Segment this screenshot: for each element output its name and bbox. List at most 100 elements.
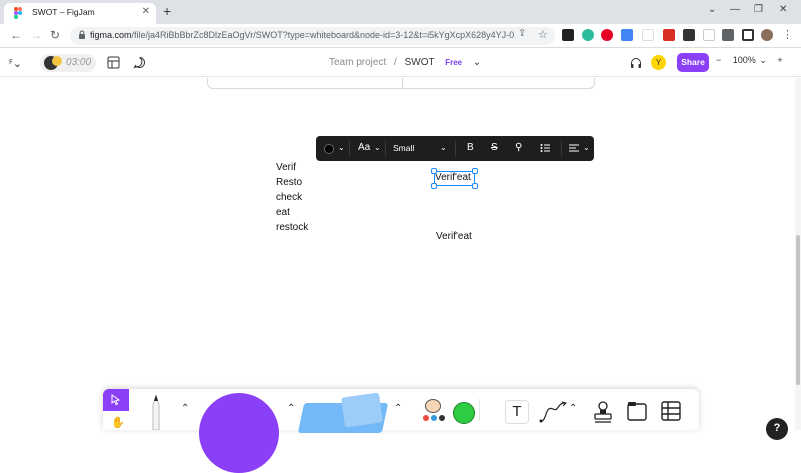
text-color-swatch[interactable] <box>324 144 334 154</box>
text-line: Resto <box>276 177 303 188</box>
headphones-icon[interactable] <box>630 57 642 69</box>
select-tool-button[interactable] <box>103 389 129 411</box>
back-arrow-icon[interactable]: ← <box>10 28 22 42</box>
figjam-header: ꟳ⌄ 03:00 Team project / SWOT Free ⌄ Y Sh… <box>0 49 801 77</box>
connector-tool-icon[interactable] <box>539 401 567 423</box>
cursor-icon <box>111 394 121 405</box>
pinterest-extension-icon[interactable] <box>601 29 613 41</box>
table-divider <box>402 78 403 88</box>
avatar[interactable]: Y <box>651 55 666 70</box>
browser-tab[interactable]: SWOT – FigJam ✕ <box>4 3 156 24</box>
toolbar-divider <box>561 141 562 156</box>
scrollbar-thumb[interactable] <box>796 235 800 385</box>
zoom-in-button[interactable]: + <box>777 55 782 65</box>
chevron-down-icon[interactable]: ⌄ <box>440 143 447 152</box>
extension-red-icon[interactable] <box>663 29 675 41</box>
selected-text[interactable]: Verif'eat <box>435 172 471 183</box>
emoji-icon <box>52 56 62 66</box>
restore-icon[interactable]: ❐ <box>754 4 763 15</box>
new-tab-button[interactable]: + <box>163 3 171 19</box>
chevron-down-icon[interactable]: ⌄ <box>759 55 767 65</box>
monster-sticker-icon[interactable] <box>453 402 475 424</box>
extension-cloud-icon[interactable] <box>703 29 715 41</box>
plan-badge[interactable]: Free <box>445 58 462 67</box>
resize-handle[interactable] <box>431 183 437 189</box>
text-block[interactable]: Verif Resto check eat restock <box>276 160 308 235</box>
bullet-list-icon[interactable] <box>540 143 550 153</box>
hand-icon[interactable]: ✋ <box>111 416 125 429</box>
chevron-down-icon[interactable]: ⌄ <box>374 143 381 152</box>
whiteboard-canvas[interactable] <box>0 78 795 430</box>
timer-widget[interactable]: 03:00 <box>40 54 96 72</box>
chevron-up-icon[interactable]: ⌃ <box>394 403 402 414</box>
table-frame[interactable] <box>207 78 595 89</box>
timer-value: 03:00 <box>66 57 92 68</box>
resize-handle[interactable] <box>472 168 478 174</box>
dot-icon <box>439 415 445 421</box>
chevron-up-icon[interactable]: ⌃ <box>287 403 295 414</box>
tab-close-icon[interactable]: ✕ <box>142 6 150 17</box>
chevron-up-icon[interactable]: ⌃ <box>181 403 189 414</box>
section-tool-icon[interactable] <box>627 401 647 421</box>
text-tool-button[interactable]: T <box>505 400 529 424</box>
share-button[interactable]: Share <box>677 53 709 72</box>
chevron-down-icon[interactable]: ⌄ <box>473 57 481 68</box>
lock-icon <box>79 30 85 39</box>
document-title[interactable]: SWOT <box>405 57 435 68</box>
help-button[interactable]: ? <box>766 418 788 440</box>
text-format-toolbar: ⌄ Aa ⌄ Small ⌄ B S ⚲ ⌄ <box>316 136 594 161</box>
resize-handle[interactable] <box>472 183 478 189</box>
stamp-widget-icon[interactable] <box>421 399 445 427</box>
reload-icon[interactable]: ↻ <box>50 28 60 42</box>
layout-panel-icon[interactable] <box>107 56 120 69</box>
url-field[interactable]: figma.com/file/ja4RiBbBbrZc8DlzEaOgVr/SW… <box>70 27 555 45</box>
comment-icon[interactable] <box>133 56 146 69</box>
bold-button[interactable]: B <box>467 142 474 153</box>
chevron-down-icon[interactable]: ⌄ <box>338 143 345 152</box>
resize-handle[interactable] <box>431 168 437 174</box>
strikethrough-button[interactable]: S <box>491 142 498 153</box>
zoom-out-button[interactable]: − <box>716 55 721 65</box>
extensions-puzzle-icon[interactable] <box>722 29 734 41</box>
shape-tool-circle[interactable] <box>199 393 279 473</box>
share-page-icon[interactable]: ⇪ <box>518 28 526 39</box>
link-icon[interactable]: ⚲ <box>515 142 522 153</box>
breadcrumb-team[interactable]: Team project <box>329 57 386 68</box>
chevron-down-icon[interactable]: ⌄ <box>583 143 590 152</box>
font-size-select[interactable]: Small <box>393 143 414 153</box>
browser-menu-icon[interactable]: ⋮ <box>782 29 794 41</box>
vertical-scrollbar[interactable] <box>795 78 801 430</box>
dot-icon <box>423 415 429 421</box>
dot-icon <box>431 415 437 421</box>
text-object[interactable]: Verif'eat <box>436 231 472 242</box>
text-align-icon[interactable] <box>569 143 579 153</box>
eyedropper-extension-icon[interactable] <box>562 29 574 41</box>
translate-extension-icon[interactable] <box>621 29 633 41</box>
profile-avatar-icon[interactable] <box>761 29 773 41</box>
stamp-tool-icon[interactable] <box>593 400 613 424</box>
brush-extension-icon[interactable] <box>683 29 695 41</box>
table-tool-icon[interactable] <box>661 401 681 421</box>
figma-menu-icon[interactable]: ꟳ⌄ <box>9 56 22 71</box>
bookmark-star-icon[interactable]: ☆ <box>538 28 548 41</box>
font-family-button[interactable]: Aa <box>358 142 370 153</box>
browser-tab-bar: SWOT – FigJam ✕ + ⌄ — ❐ ✕ <box>0 0 801 24</box>
zoom-level[interactable]: 100% <box>733 55 756 65</box>
sticky-note-top[interactable] <box>341 392 383 428</box>
face-icon <box>425 399 441 413</box>
minimize-icon[interactable]: — <box>730 4 740 15</box>
marker-tool-icon[interactable] <box>149 395 163 430</box>
chevron-up-icon[interactable]: ⌃ <box>569 403 577 414</box>
tab-title: SWOT – FigJam <box>32 7 95 17</box>
zoom-control: − 100% ⌄ + <box>716 55 783 66</box>
text-line: Verif <box>276 162 297 173</box>
extension-arc-icon[interactable] <box>642 29 654 41</box>
text-line: restock <box>276 222 309 233</box>
side-panel-icon[interactable] <box>742 29 754 41</box>
creation-toolbar: ✋ ⌃ ⌃ ⌃ T ⌃ <box>103 389 699 473</box>
chevron-down-icon[interactable]: ⌄ <box>708 4 716 15</box>
window-close-icon[interactable]: ✕ <box>779 4 787 15</box>
forward-arrow-icon[interactable]: → <box>30 28 42 42</box>
extension-teal-icon[interactable] <box>582 29 594 41</box>
toolbar-divider <box>455 141 456 156</box>
